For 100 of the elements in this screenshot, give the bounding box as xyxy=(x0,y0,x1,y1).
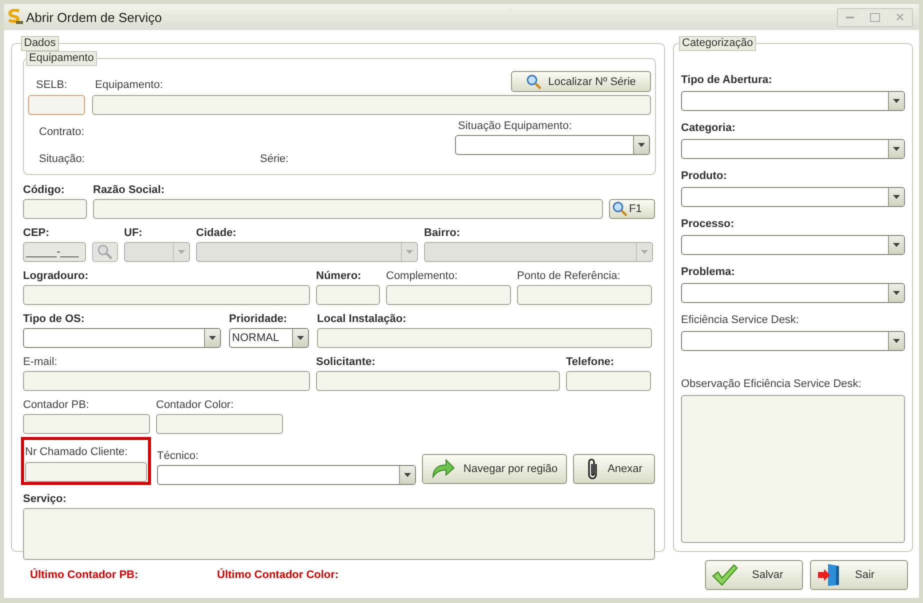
text-field[interactable] xyxy=(386,285,511,305)
field-label: Tipo de OS: xyxy=(23,312,86,326)
text-area[interactable] xyxy=(681,395,905,543)
field-label: Logradouro: xyxy=(23,269,90,283)
dropdown[interactable] xyxy=(681,139,905,159)
field-label: Situação: xyxy=(39,152,86,166)
search-icon xyxy=(612,201,628,217)
text-field[interactable] xyxy=(23,414,150,434)
field-label: Telefone: xyxy=(566,355,616,369)
caret-icon xyxy=(893,339,900,343)
attach-button[interactable]: Anexar xyxy=(573,454,655,484)
counter-label: Último Contador PB: xyxy=(30,569,140,581)
field-label: SELB: xyxy=(36,78,68,92)
dropdown[interactable] xyxy=(681,283,905,303)
field-label: Problema: xyxy=(681,265,736,279)
field-label: Ponto de Referência: xyxy=(517,269,622,283)
navigate-button[interactable]: Navegar por região xyxy=(422,454,567,484)
field-label: Complemento: xyxy=(386,269,459,283)
search-button[interactable]: F1 xyxy=(609,199,655,219)
text-field[interactable] xyxy=(92,95,651,115)
text-field[interactable] xyxy=(317,328,652,348)
field-label: Tipo de Abertura: xyxy=(681,73,774,87)
field-label: Situação Equipamento: xyxy=(458,119,573,133)
field-label: E-mail: xyxy=(23,355,58,369)
maximize-button[interactable] xyxy=(863,8,887,26)
dropdown[interactable] xyxy=(23,328,221,348)
caret-icon xyxy=(297,336,304,340)
dropdown[interactable]: NORMAL xyxy=(229,328,309,348)
maximize-icon xyxy=(870,12,880,22)
dropdown[interactable] xyxy=(455,135,650,155)
dropdown[interactable] xyxy=(681,91,905,111)
minimize-button[interactable] xyxy=(838,8,862,26)
search-icon xyxy=(97,244,113,260)
field-label: Número: xyxy=(316,269,362,283)
dropdown[interactable] xyxy=(681,235,905,255)
paperclip-icon xyxy=(586,457,600,481)
caret-icon xyxy=(893,195,900,199)
search-icon xyxy=(526,74,542,90)
field-label: Código: xyxy=(23,183,66,197)
text-field[interactable] xyxy=(156,414,283,434)
field-label: Solicitante: xyxy=(316,355,376,369)
counter-label: Último Contador Color: xyxy=(217,569,339,581)
field-label: Processo: xyxy=(681,217,736,231)
text-field[interactable] xyxy=(517,285,652,305)
text-field[interactable] xyxy=(23,285,310,305)
field-label: Contador Color: xyxy=(156,398,235,412)
field-label: Eficiência Service Desk: xyxy=(681,313,800,327)
text-field[interactable] xyxy=(23,371,310,391)
text-field[interactable] xyxy=(23,199,87,219)
caret-icon xyxy=(178,250,185,254)
field-label: Produto: xyxy=(681,169,728,183)
caret-icon xyxy=(893,291,900,295)
caret-icon xyxy=(893,147,900,151)
caret-icon xyxy=(641,250,648,254)
caret-icon xyxy=(404,473,411,477)
curved-arrow-icon xyxy=(431,459,456,479)
minimize-icon xyxy=(846,16,854,18)
save-button[interactable]: Salvar xyxy=(705,560,803,590)
text-field[interactable] xyxy=(93,199,603,219)
exit-door-icon xyxy=(817,563,841,587)
field-label: Prioridade: xyxy=(229,312,288,326)
field-label: Cidade: xyxy=(196,226,238,240)
field-label: Equipamento: xyxy=(95,78,163,92)
search-button[interactable]: Localizar Nº Série xyxy=(511,71,651,92)
text-field[interactable] xyxy=(566,371,651,391)
dropdown[interactable] xyxy=(681,331,905,351)
checkmark-icon xyxy=(712,564,738,586)
field-label: Técnico: xyxy=(157,449,200,463)
logo-icon xyxy=(6,9,24,25)
field-label: CEP: xyxy=(23,226,50,240)
field-label: Bairro: xyxy=(424,226,462,240)
field-label: Nr Chamado Cliente: xyxy=(25,445,129,459)
text-field[interactable] xyxy=(25,462,147,482)
caret-icon xyxy=(406,250,413,254)
field-label: Local Instalação: xyxy=(317,312,408,326)
group-title: Dados xyxy=(21,36,59,51)
field-label: Serviço: xyxy=(23,492,68,506)
text-field[interactable] xyxy=(316,371,560,391)
caret-icon xyxy=(893,99,900,103)
field-label: Razão Social: xyxy=(93,183,166,197)
close-button[interactable] xyxy=(888,8,912,26)
close-icon xyxy=(896,13,904,21)
text-field[interactable] xyxy=(28,95,85,115)
caret-icon xyxy=(209,336,216,340)
group-title: Categorização xyxy=(679,36,756,51)
exit-button[interactable]: Sair xyxy=(810,560,908,590)
caret-icon xyxy=(638,143,645,147)
field-label: Série: xyxy=(260,152,289,166)
field-label: UF: xyxy=(124,226,144,240)
caret-icon xyxy=(893,243,900,247)
group-title: Equipamento xyxy=(26,51,97,66)
dropdown[interactable] xyxy=(681,187,905,207)
dropdown[interactable] xyxy=(157,465,416,485)
text-area[interactable] xyxy=(23,508,655,560)
field-label: Contador PB: xyxy=(23,398,90,412)
window-title: Abrir Ordem de Serviço xyxy=(26,10,162,24)
field-label: Categoria: xyxy=(681,121,736,135)
text-field[interactable] xyxy=(316,285,380,305)
field-label: Contrato: xyxy=(39,125,86,139)
field-label: Observação Eficiência Service Desk: xyxy=(681,377,862,391)
